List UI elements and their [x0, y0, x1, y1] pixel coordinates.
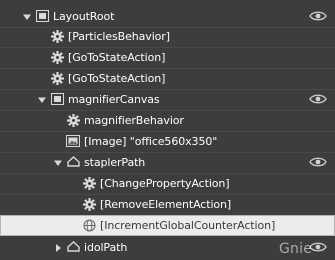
- expanded-triangle-icon[interactable]: [53, 152, 63, 173]
- tree-row-change-property-action[interactable]: [ChangePropertyAction]: [0, 173, 335, 194]
- tree-row-image-office[interactable]: [Image] "office560x350": [0, 131, 335, 152]
- tree-row-remove-element-action[interactable]: [RemoveElementAction]: [0, 194, 335, 215]
- gear-icon: [66, 113, 80, 127]
- tree-item-label: [IncrementGlobalCounterAction]: [100, 219, 276, 232]
- globe-icon: [82, 218, 96, 232]
- tree-item-label: magnifierCanvas: [68, 93, 160, 106]
- tree-row-stapler-path[interactable]: staplerPath: [0, 152, 335, 173]
- grid-container-icon: [50, 92, 64, 106]
- tree-row-increment-global-counter-action[interactable]: [IncrementGlobalCounterAction]: [0, 215, 335, 236]
- tree-item-label: [RemoveElementAction]: [100, 198, 232, 211]
- gear-icon: [50, 71, 64, 85]
- tree-item-label: [GoToStateAction]: [68, 51, 166, 64]
- objects-timeline-tree: LayoutRoot [ParticlesBehavior] [GoToStat…: [0, 0, 335, 260]
- eye-icon[interactable]: [309, 10, 327, 22]
- tree-item-label: [GoToStateAction]: [68, 72, 166, 85]
- image-icon: [66, 134, 80, 148]
- gear-icon: [50, 29, 64, 43]
- tree-row-particles-behavior[interactable]: [ParticlesBehavior]: [0, 26, 335, 47]
- gear-icon: [82, 197, 96, 211]
- path-shape-icon: [66, 240, 80, 254]
- eye-icon[interactable]: [309, 93, 327, 105]
- tree-item-label: magnifierBehavior: [84, 114, 184, 127]
- gear-icon: [82, 176, 96, 190]
- tree-row-go-to-state-action[interactable]: [GoToStateAction]: [0, 47, 335, 68]
- tree-row-layout-root[interactable]: LayoutRoot: [0, 6, 335, 27]
- eye-icon[interactable]: [309, 156, 327, 168]
- tree-item-label: [ParticlesBehavior]: [68, 30, 170, 43]
- tree-row-go-to-state-action[interactable]: [GoToStateAction]: [0, 68, 335, 89]
- path-shape-icon: [66, 155, 80, 169]
- expanded-triangle-icon[interactable]: [22, 6, 32, 27]
- tree-row-magnifier-canvas[interactable]: magnifierCanvas: [0, 89, 335, 110]
- gear-icon: [50, 50, 64, 64]
- tree-item-label: LayoutRoot: [53, 10, 115, 23]
- watermark-text: Gnie: [279, 241, 313, 257]
- tree-item-label: [Image] "office560x350": [84, 135, 218, 148]
- tree-item-label: staplerPath: [84, 156, 146, 169]
- tree-item-label: idolPath: [84, 241, 128, 254]
- collapsed-triangle-icon[interactable]: [53, 237, 63, 258]
- tree-item-label: [ChangePropertyAction]: [100, 177, 230, 190]
- tree-row-magnifier-behavior[interactable]: magnifierBehavior: [0, 110, 335, 131]
- expanded-triangle-icon[interactable]: [37, 89, 47, 110]
- grid-container-icon: [35, 9, 49, 23]
